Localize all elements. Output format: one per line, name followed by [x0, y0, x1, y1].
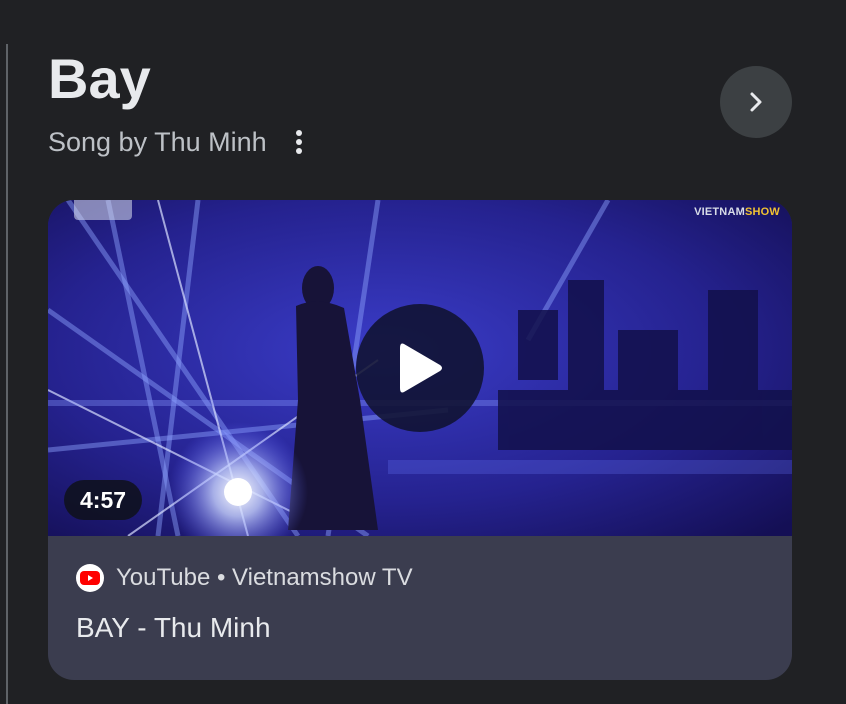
play-button[interactable]	[356, 304, 484, 432]
play-icon	[400, 343, 442, 393]
more-options-button[interactable]	[287, 124, 311, 160]
duration-badge: 4:57	[64, 480, 143, 520]
video-thumbnail[interactable]: VIETNAMSHOW 4:57	[48, 200, 792, 536]
subtitle-row: Song by Thu Minh	[48, 122, 311, 162]
video-source-row: YouTube • Vietnamshow TV	[76, 562, 413, 594]
youtube-icon	[76, 564, 104, 592]
song-subtitle: Song by Thu Minh	[48, 126, 267, 157]
left-divider	[6, 44, 8, 704]
channel-watermark: VIETNAMSHOW	[694, 206, 780, 218]
video-source: YouTube • Vietnamshow TV	[116, 564, 413, 591]
channel-corner-logo	[74, 200, 132, 220]
next-button[interactable]	[720, 66, 792, 138]
video-card[interactable]: VIETNAMSHOW 4:57 YouTube • Vietnamshow T…	[48, 200, 792, 680]
more-vert-icon	[295, 130, 302, 154]
song-title: Bay	[48, 47, 151, 110]
video-title-link[interactable]: BAY - Thu Minh	[76, 612, 271, 644]
chevron-right-icon	[750, 92, 762, 112]
